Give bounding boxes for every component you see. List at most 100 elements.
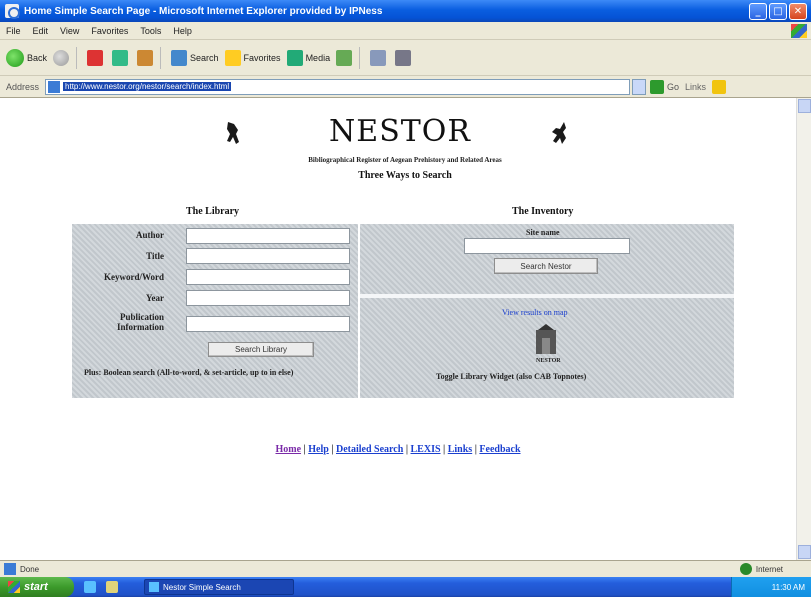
mail-button[interactable]: [370, 49, 389, 66]
windows-logo-icon: [8, 581, 20, 593]
author-label: Author: [135, 230, 164, 240]
ie-icon: [149, 582, 159, 592]
footer-separator: |: [405, 444, 409, 455]
view-map-link[interactable]: View results on map: [502, 308, 568, 317]
search-methods-heading: Three Ways to Search: [358, 170, 452, 181]
toolbar-separator: [76, 46, 78, 69]
search-nestor-button[interactable]: Search Nestor: [494, 258, 598, 274]
search-label: Search: [190, 52, 219, 63]
page-title: NESTOR: [329, 114, 471, 149]
vertical-scrollbar[interactable]: [796, 98, 811, 560]
page-done-icon: [4, 563, 16, 575]
menu-view[interactable]: View: [54, 26, 85, 36]
toolbar-separator: [160, 46, 162, 69]
start-label: start: [24, 581, 48, 593]
back-label: Back: [27, 52, 48, 63]
year-label: Year: [146, 293, 164, 303]
window-titlebar[interactable]: Home Simple Search Page - Microsoft Inte…: [0, 0, 811, 22]
links-button[interactable]: Links: [685, 82, 706, 92]
print-button[interactable]: [395, 49, 414, 66]
menu-file[interactable]: File: [0, 26, 27, 36]
year-input[interactable]: [186, 290, 350, 306]
taskbar: start Nestor Simple Search 11:30 AM: [0, 577, 811, 597]
toolbar-separator: [359, 46, 361, 69]
star-icon: [224, 49, 241, 66]
address-label: Address: [6, 81, 40, 92]
footer-link-detailed-search[interactable]: Detailed Search: [336, 444, 403, 455]
stop-button[interactable]: [87, 49, 106, 66]
taskbar-window-button[interactable]: Nestor Simple Search: [144, 579, 294, 595]
page-header: NESTOR Bibliographical Register of Aegea…: [0, 98, 796, 198]
back-button[interactable]: Back: [6, 48, 48, 67]
footer-link-lexis[interactable]: LEXIS: [411, 444, 441, 455]
site-name-input[interactable]: [464, 238, 630, 254]
mail-icon: [370, 49, 387, 66]
history-button[interactable]: [336, 49, 355, 66]
status-text: Done: [20, 564, 40, 574]
media-label: Media: [305, 52, 331, 63]
library-heading: The Library: [186, 206, 240, 217]
page-icon: [48, 80, 61, 93]
maximize-button[interactable]: □: [769, 2, 787, 20]
keyword-label: Keyword/Word: [104, 272, 164, 282]
author-input[interactable]: [186, 228, 350, 244]
widget-note: Toggle Library Widget (also CAB Topnotes…: [436, 372, 587, 381]
title-label: Title: [146, 251, 164, 261]
footer-link-feedback[interactable]: Feedback: [479, 444, 520, 455]
forward-button[interactable]: [53, 49, 72, 66]
history-icon: [336, 49, 353, 66]
media-button[interactable]: Media: [286, 49, 331, 66]
publication-input[interactable]: [186, 316, 350, 332]
address-dropdown-button[interactable]: [632, 78, 647, 95]
system-tray: 11:30 AM: [731, 577, 811, 597]
menu-favorites[interactable]: Favorites: [85, 26, 134, 36]
printer-icon: [395, 49, 412, 66]
footer-link-home[interactable]: Home: [275, 444, 301, 455]
forward-arrow-icon: [53, 49, 70, 66]
inventory-search-panel: Site name Search Nestor: [360, 224, 734, 294]
horse-icon: [552, 122, 566, 144]
menu-edit[interactable]: Edit: [27, 26, 55, 36]
address-url: http://www.nestor.org/nestor/search/inde…: [63, 82, 232, 91]
standard-toolbar: Back Search Favorites Media: [0, 40, 811, 76]
globe-icon: [739, 563, 752, 575]
start-button[interactable]: start: [0, 577, 74, 597]
scroll-up-button[interactable]: [798, 99, 811, 113]
title-input[interactable]: [186, 248, 350, 264]
windows-logo-icon: [791, 23, 807, 38]
keyword-input[interactable]: [186, 269, 350, 285]
address-input[interactable]: http://www.nestor.org/nestor/search/inde…: [45, 78, 631, 95]
status-bar: Done Internet: [0, 560, 811, 577]
menu-help[interactable]: Help: [167, 26, 198, 36]
footer-separator: |: [331, 444, 334, 455]
footer-link-help[interactable]: Help: [308, 444, 329, 455]
nestor-logo-icon: [536, 324, 556, 354]
minimize-button[interactable]: _: [749, 2, 767, 20]
window-title: Home Simple Search Page - Microsoft Inte…: [24, 5, 383, 17]
clock[interactable]: 11:30 AM: [772, 583, 805, 592]
scroll-down-button[interactable]: [798, 545, 811, 559]
quicklaunch-desktop-icon[interactable]: [106, 581, 118, 593]
home-button[interactable]: [137, 49, 156, 66]
close-button[interactable]: ✕: [789, 2, 807, 20]
search-button[interactable]: Search: [171, 49, 219, 66]
go-button[interactable]: Go: [650, 79, 679, 94]
go-arrow-icon: [650, 79, 665, 94]
favorites-button[interactable]: Favorites: [224, 49, 281, 66]
refresh-icon: [112, 49, 129, 66]
favorites-label: Favorites: [243, 52, 281, 63]
home-icon: [137, 49, 154, 66]
footer-link-links[interactable]: Links: [448, 444, 472, 455]
norton-icon[interactable]: [712, 79, 727, 94]
search-library-button[interactable]: Search Library: [208, 342, 314, 357]
site-name-label: Site name: [526, 228, 560, 237]
library-note: Plus: Boolean search (All-to-word, & set…: [84, 368, 294, 377]
stop-icon: [87, 49, 104, 66]
refresh-button[interactable]: [112, 49, 131, 66]
menu-tools[interactable]: Tools: [134, 26, 167, 36]
logo-caption: NESTOR: [536, 358, 561, 364]
security-zone: Internet: [739, 563, 811, 575]
page-subtitle: Bibliographical Register of Aegean Prehi…: [308, 156, 502, 164]
page-viewport: NESTOR Bibliographical Register of Aegea…: [0, 98, 796, 560]
quicklaunch-ie-icon[interactable]: [84, 581, 96, 593]
